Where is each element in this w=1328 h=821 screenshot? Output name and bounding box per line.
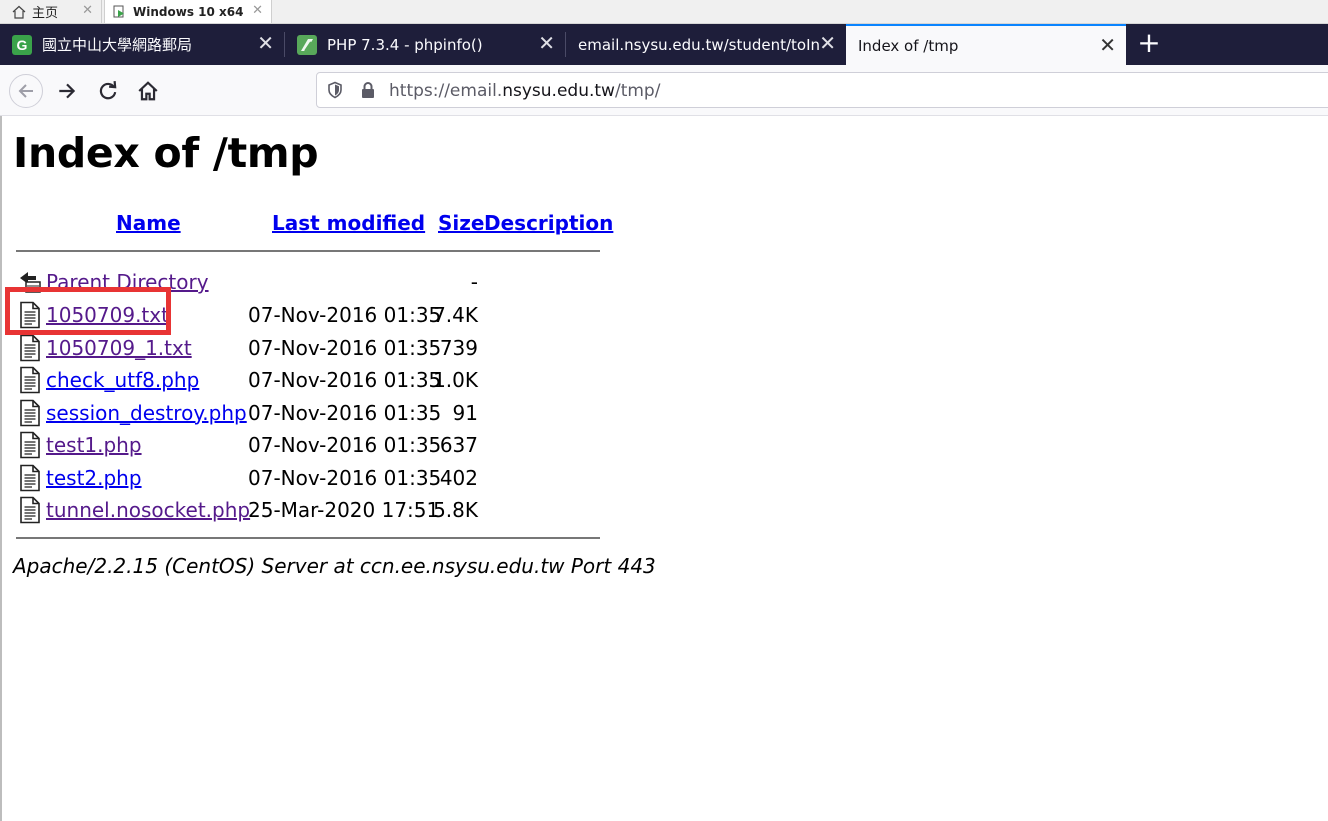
back-button[interactable] (9, 74, 43, 108)
tab-title: PHP 7.3.4 - phpinfo() (327, 35, 483, 54)
tab-title: 國立中山大學網路郵局 (42, 36, 193, 54)
close-icon[interactable]: ✕ (252, 3, 263, 18)
file-link[interactable]: session_destroy.php (46, 401, 247, 425)
file-link[interactable]: test1.php (46, 433, 142, 457)
tab-title: email.nsysu.edu.tw/student/toIn (578, 35, 821, 54)
vm-tab-strip: 主页 ✕ Windows 10 x64 ✕ (0, 0, 1328, 24)
url-text[interactable]: https://email.nsysu.edu.tw/tmp/ (389, 81, 660, 101)
tab-nsysu-webmail[interactable]: G 國立中山大學網路郵局 ✕ (0, 24, 284, 65)
file-modified: 07-Nov-2016 01:35 (248, 465, 442, 490)
close-tab-icon[interactable]: ✕ (819, 33, 836, 53)
reload-icon (99, 81, 117, 100)
highlight-box (5, 287, 171, 335)
column-header-size[interactable]: Size (438, 211, 484, 235)
close-icon[interactable]: ✕ (82, 3, 93, 18)
new-tab-plus-icon[interactable]: + (1134, 28, 1164, 60)
column-header-name[interactable]: Name (116, 211, 181, 235)
close-tab-icon[interactable]: ✕ (1099, 35, 1116, 55)
file-link[interactable]: test2.php (46, 466, 142, 490)
tab-index-of-tmp[interactable]: Index of /tmp ✕ (846, 24, 1126, 65)
file-row: 1050709_1.txt 07-Nov-2016 01:35 739 (16, 332, 486, 364)
file-modified: 25-Mar-2020 17:51 (248, 498, 440, 522)
g-favicon-icon: G (12, 34, 32, 55)
server-signature: Apache/2.2.15 (CentOS) Server at ccn.ee.… (13, 554, 656, 578)
file-modified: 07-Nov-2016 01:35 (248, 335, 442, 360)
file-modified: 07-Nov-2016 01:35 (248, 400, 442, 425)
column-header-last-modified[interactable]: Last modified (272, 211, 425, 235)
file-modified: 07-Nov-2016 01:35 (248, 433, 442, 457)
text-file-icon (20, 496, 40, 524)
file-link[interactable]: check_utf8.php (46, 368, 199, 392)
page-content: Index of /tmp Name Last modified Size De… (0, 116, 1328, 821)
divider (16, 250, 600, 252)
vm-tab-windows10[interactable]: Windows 10 x64 ✕ (104, 0, 272, 23)
url-bar[interactable]: https://email.nsysu.edu.tw/tmp/ (316, 72, 1328, 108)
url-prefix: https://email. (389, 81, 503, 101)
file-modified: 07-Nov-2016 01:35 (248, 303, 442, 327)
file-modified: 07-Nov-2016 01:35 (248, 368, 442, 392)
vm-tab-windows10-label: Windows 10 x64 (133, 4, 244, 19)
tab-email-student[interactable]: email.nsysu.edu.tw/student/toIn ✕ (566, 24, 846, 65)
reload-button[interactable] (91, 74, 125, 108)
file-row: tunnel.nosocket.php 25-Mar-2020 17:51 5.8K (16, 494, 486, 526)
divider (16, 537, 600, 539)
file-size: 91 (452, 400, 478, 425)
home-icon (138, 81, 158, 101)
file-link[interactable]: tunnel.nosocket.php (46, 498, 250, 522)
file-row: check_utf8.php 07-Nov-2016 01:35 1.0K (16, 364, 486, 396)
file-size: - (470, 270, 478, 294)
file-size: 739 (439, 335, 478, 360)
tab-phpinfo[interactable]: PHP 7.3.4 - phpinfo() ✕ (285, 24, 565, 65)
forward-button[interactable] (50, 74, 84, 108)
lock-icon[interactable] (359, 81, 377, 99)
file-size: 637 (439, 433, 478, 457)
file-link[interactable]: 1050709_1.txt (46, 336, 192, 360)
home-icon (12, 5, 26, 19)
vm-tab-home[interactable]: 主页 ✕ (0, 0, 102, 23)
file-size: 402 (439, 465, 478, 490)
tab-title: Index of /tmp (858, 36, 959, 55)
file-row: test1.php 07-Nov-2016 01:35 637 (16, 429, 486, 461)
text-file-icon (20, 399, 40, 426)
file-size: 5.8K (433, 498, 478, 522)
close-tab-icon[interactable]: ✕ (538, 33, 555, 53)
vm-tab-home-label: 主页 (32, 6, 59, 21)
vm-icon (113, 5, 124, 17)
file-size: 7.4K (433, 303, 478, 327)
page-title: Index of /tmp (13, 129, 319, 177)
file-size: 1.0K (433, 368, 478, 392)
file-row: session_destroy.php 07-Nov-2016 01:35 91 (16, 397, 486, 429)
back-arrow-icon (18, 84, 33, 98)
column-header-description[interactable]: Description (484, 211, 613, 235)
navigation-toolbar: https://email.nsysu.edu.tw/tmp/ (0, 65, 1328, 116)
url-domain: nsysu.edu.tw (502, 81, 615, 101)
php-favicon-icon (297, 34, 317, 55)
text-file-icon (20, 334, 40, 361)
text-file-icon (20, 431, 40, 459)
close-tab-icon[interactable]: ✕ (257, 33, 274, 53)
shield-icon[interactable] (326, 81, 344, 99)
home-button[interactable] (131, 74, 165, 108)
file-row: test2.php 07-Nov-2016 01:35 402 (16, 462, 486, 494)
url-path: /tmp/ (614, 81, 661, 101)
browser-tab-bar: G 國立中山大學網路郵局 ✕ PHP 7.3.4 - phpinfo() ✕ e… (0, 24, 1328, 65)
forward-arrow-icon (59, 83, 76, 99)
text-file-icon (20, 366, 40, 394)
text-file-icon (20, 464, 40, 491)
